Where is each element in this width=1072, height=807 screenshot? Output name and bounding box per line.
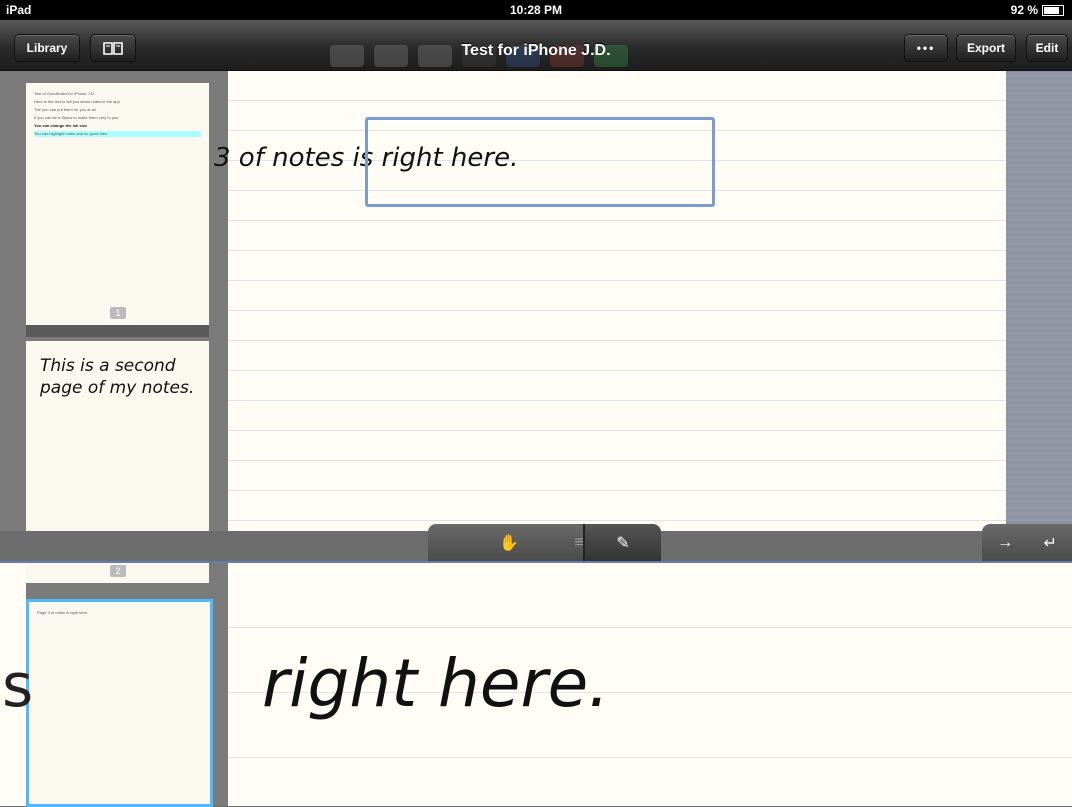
thumbnail-line: You can change the ink size — [34, 123, 88, 128]
color-swatch-icon[interactable] — [550, 45, 584, 67]
more-button[interactable]: ••• — [904, 34, 948, 62]
thumbnail-handwriting: This is a second page of my notes. — [40, 356, 195, 398]
battery-icon — [1042, 4, 1064, 16]
thumbnail-text: Test of GoodNotes for iPhone J.D. Here i… — [34, 91, 201, 139]
thumbnail-line: The you can put them for you at all — [34, 107, 96, 112]
page-thumbnail-3-selected[interactable]: Page 3 of notes is right here. — [26, 599, 213, 807]
zoom-navigation: → ↵ — [982, 524, 1072, 562]
edit-button[interactable]: Edit — [1026, 34, 1068, 62]
thumbnail-handwriting: Page 3 of notes is right here. — [37, 610, 89, 615]
export-button[interactable]: Export — [956, 34, 1016, 62]
battery-percent: 92 % — [1010, 3, 1038, 17]
page-number-badge: 2 — [110, 565, 126, 577]
status-bar: iPad 10:28 PM 92 % — [0, 0, 1072, 20]
page-thumbnail-sidebar: Test of GoodNotes for iPhone J.D. Here i… — [0, 71, 228, 807]
page-number-badge: 1 — [110, 307, 126, 319]
top-toolbar: Library Test for iPhone J.D. ••• Export … — [0, 20, 1072, 71]
zoom-fragment: s — [2, 651, 34, 721]
color-swatch-icon[interactable] — [594, 45, 628, 67]
zoom-controls: ✋ ≡ ✎ — [428, 524, 661, 562]
thumbnail-line: If you can be a Stylus to make them very… — [34, 115, 119, 120]
pen-tool-icon[interactable] — [330, 45, 364, 67]
book-icon[interactable] — [90, 34, 136, 62]
eraser-tool-icon[interactable] — [418, 45, 452, 67]
thumbnail-line: Test of GoodNotes for iPhone J.D. — [34, 91, 95, 96]
thumbnail-line: Here is the text to tell you about notes… — [34, 99, 120, 104]
color-swatch-icon[interactable] — [462, 45, 496, 67]
clock: 10:28 PM — [509, 3, 563, 17]
return-arrow-icon[interactable]: ↵ — [1043, 533, 1056, 553]
zoom-left-edge: s — [0, 563, 33, 806]
marker-tool-icon[interactable] — [374, 45, 408, 67]
note-page[interactable]: 3 of notes is right here. — [214, 71, 1006, 531]
hand-icon[interactable]: ✋ — [494, 533, 524, 553]
page-thumbnail-1[interactable]: Test of GoodNotes for iPhone J.D. Here i… — [26, 83, 209, 325]
library-button[interactable]: Library — [14, 34, 80, 62]
arrow-right-icon[interactable]: → — [997, 534, 1013, 552]
battery-indicator: 92 % — [1011, 3, 1064, 17]
zoom-window-frame[interactable] — [365, 117, 715, 207]
thumbnail-line: You can highlight notes and so good then… — [34, 131, 201, 137]
zoom-writing-area[interactable]: right here. — [228, 563, 1072, 806]
pen-tools — [330, 40, 890, 72]
color-swatch-icon[interactable] — [506, 45, 540, 67]
page-margin-panel — [1006, 71, 1072, 531]
thumbnail-divider — [26, 325, 209, 337]
edit-icon[interactable]: ✎ — [583, 524, 661, 562]
zoom-handwriting: right here. — [262, 645, 610, 722]
